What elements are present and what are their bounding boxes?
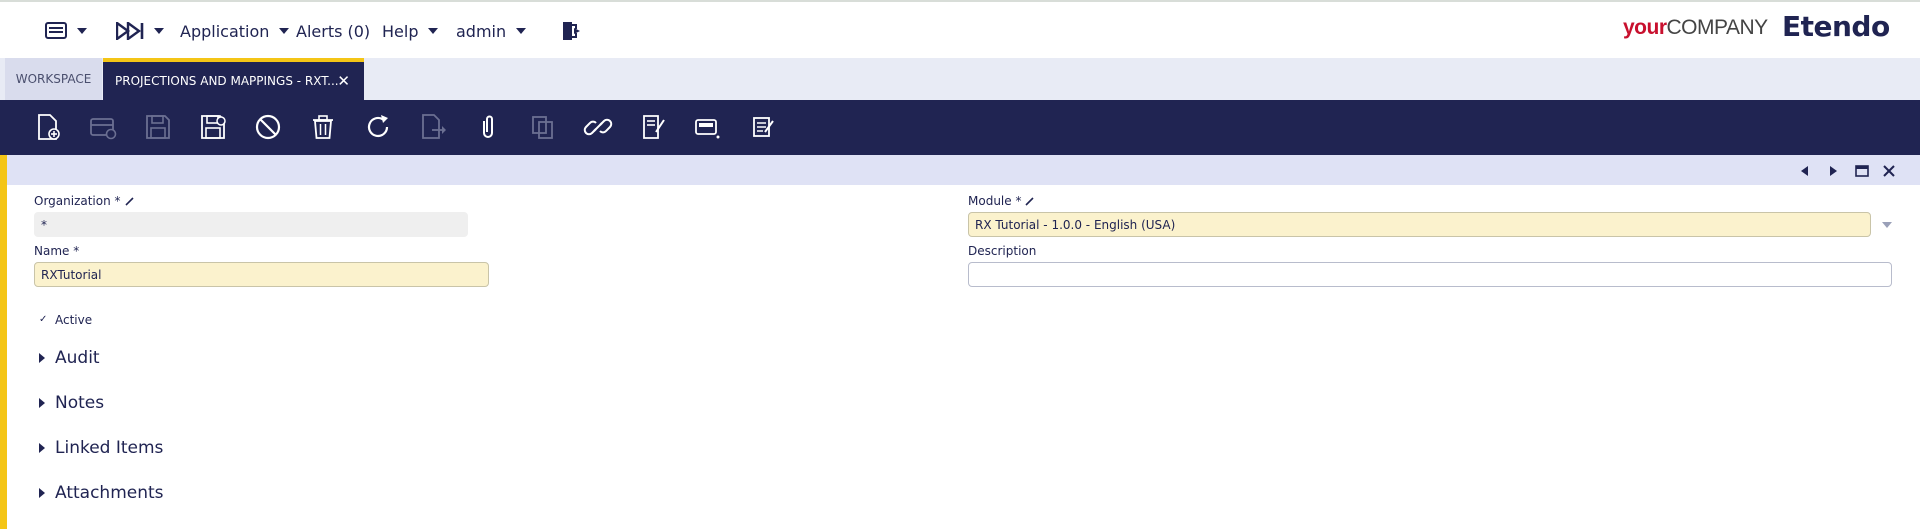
name-field[interactable]: RXTutorial (34, 262, 489, 287)
organization-label: Organization * (34, 194, 134, 208)
grid-view-button[interactable] (693, 112, 723, 142)
chevron-down-icon (77, 28, 87, 34)
refresh-button[interactable] (363, 112, 393, 142)
caret-right-icon (39, 353, 45, 363)
description-field[interactable] (968, 262, 1892, 287)
save-and-close-icon (201, 115, 226, 139)
application-menu[interactable]: Application (180, 2, 290, 60)
section-attachments[interactable]: Attachments (39, 483, 164, 503)
module-select[interactable]: RX Tutorial - 1.0.0 - English (USA) (968, 212, 1871, 237)
chevron-right-icon (1830, 166, 1837, 176)
save-and-close-button[interactable] (198, 112, 228, 142)
section-linked-items[interactable]: Linked Items (39, 438, 163, 458)
export-icon (422, 114, 446, 139)
close-form-button[interactable] (1882, 163, 1896, 177)
section-linked-items-label: Linked Items (55, 438, 164, 458)
tab-projections-and-mappings[interactable]: Projections and Mappings - RXT... ✕ (103, 58, 364, 100)
user-menu[interactable]: admin (456, 2, 527, 60)
cancel-icon (255, 114, 281, 140)
print-button[interactable] (638, 112, 668, 142)
section-notes[interactable]: Notes (39, 393, 104, 413)
section-audit[interactable]: Audit (39, 348, 100, 368)
print-icon (643, 115, 665, 139)
new-row-button[interactable] (88, 112, 118, 142)
description-label: Description (968, 244, 1037, 258)
next-record-button[interactable] (1826, 163, 1840, 177)
logout-button[interactable] (560, 2, 582, 60)
active-label: Active (55, 313, 93, 327)
help-menu-label: Help (382, 21, 419, 41)
active-checkbox[interactable]: ✓ Active (39, 313, 92, 327)
form-accent-bar (0, 155, 7, 529)
form-status-bar (7, 155, 1920, 185)
application-menu-label: Application (180, 21, 270, 41)
notes-button[interactable] (748, 112, 778, 142)
fast-forward-icon (116, 22, 144, 40)
chevron-down-icon (154, 28, 164, 34)
new-row-icon (90, 118, 117, 140)
chevron-down-icon (279, 28, 290, 34)
refresh-icon (367, 115, 389, 138)
caret-right-icon (39, 488, 45, 498)
caret-right-icon (39, 398, 45, 408)
window-tab-strip: Workspace Projections and Mappings - RXT… (0, 58, 1920, 100)
grid-view-icon (695, 119, 720, 139)
list-menu-icon (45, 22, 67, 39)
section-notes-label: Notes (55, 393, 105, 413)
attachment-icon (483, 115, 493, 138)
company-logo: yourCOMPANY (1623, 16, 1768, 39)
link-button[interactable] (583, 112, 613, 142)
maximize-button[interactable] (1855, 163, 1869, 177)
tab-active-label: Projections and Mappings - RXT... (115, 74, 339, 88)
close-icon (1883, 165, 1895, 177)
save-icon (146, 115, 170, 139)
name-label: Name * (34, 244, 80, 258)
caret-right-icon (39, 443, 45, 453)
alerts-label: Alerts (0) (296, 21, 371, 41)
previous-record-button[interactable] (1798, 163, 1812, 177)
save-button[interactable] (143, 112, 173, 142)
chevron-down-icon[interactable] (1882, 222, 1892, 228)
help-menu[interactable]: Help (382, 2, 439, 60)
notes-icon (753, 117, 774, 137)
tab-workspace[interactable]: Workspace (5, 58, 102, 100)
chevron-down-icon (428, 28, 439, 34)
section-attachments-label: Attachments (55, 483, 164, 503)
maximize-icon (1855, 165, 1869, 177)
clone-button[interactable] (528, 112, 558, 142)
tab-workspace-label: Workspace (15, 72, 92, 86)
workspace-menu-button[interactable] (45, 2, 87, 60)
pencil-icon (124, 196, 134, 206)
module-label: Module * (968, 194, 1035, 208)
record-form: Organization * * Module * RX Tutorial - … (7, 185, 1920, 529)
main-toolbar (0, 100, 1920, 155)
user-menu-label: admin (456, 21, 507, 41)
close-tab-icon[interactable]: ✕ (337, 72, 350, 90)
undo-button[interactable] (253, 112, 283, 142)
organization-field[interactable]: * (34, 212, 468, 237)
new-document-button[interactable] (33, 112, 63, 142)
trash-icon (313, 115, 333, 139)
checkmark-icon: ✓ (39, 314, 48, 325)
logout-icon (563, 22, 580, 40)
section-audit-label: Audit (55, 348, 100, 368)
alerts-menu[interactable]: Alerts (0) (296, 2, 370, 60)
chevron-left-icon (1801, 166, 1808, 176)
new-document-icon (38, 114, 60, 140)
quick-launch-button[interactable] (116, 2, 164, 60)
delete-button[interactable] (308, 112, 338, 142)
chevron-down-icon (516, 28, 527, 34)
top-navigation-bar: Application Alerts (0) Help admin yourCO… (0, 0, 1920, 58)
attachment-button[interactable] (473, 112, 503, 142)
export-button[interactable] (418, 112, 448, 142)
link-icon (583, 118, 613, 136)
pencil-icon (1025, 196, 1035, 206)
clone-icon (532, 116, 553, 139)
etendo-logo: Etendo (1782, 10, 1890, 43)
